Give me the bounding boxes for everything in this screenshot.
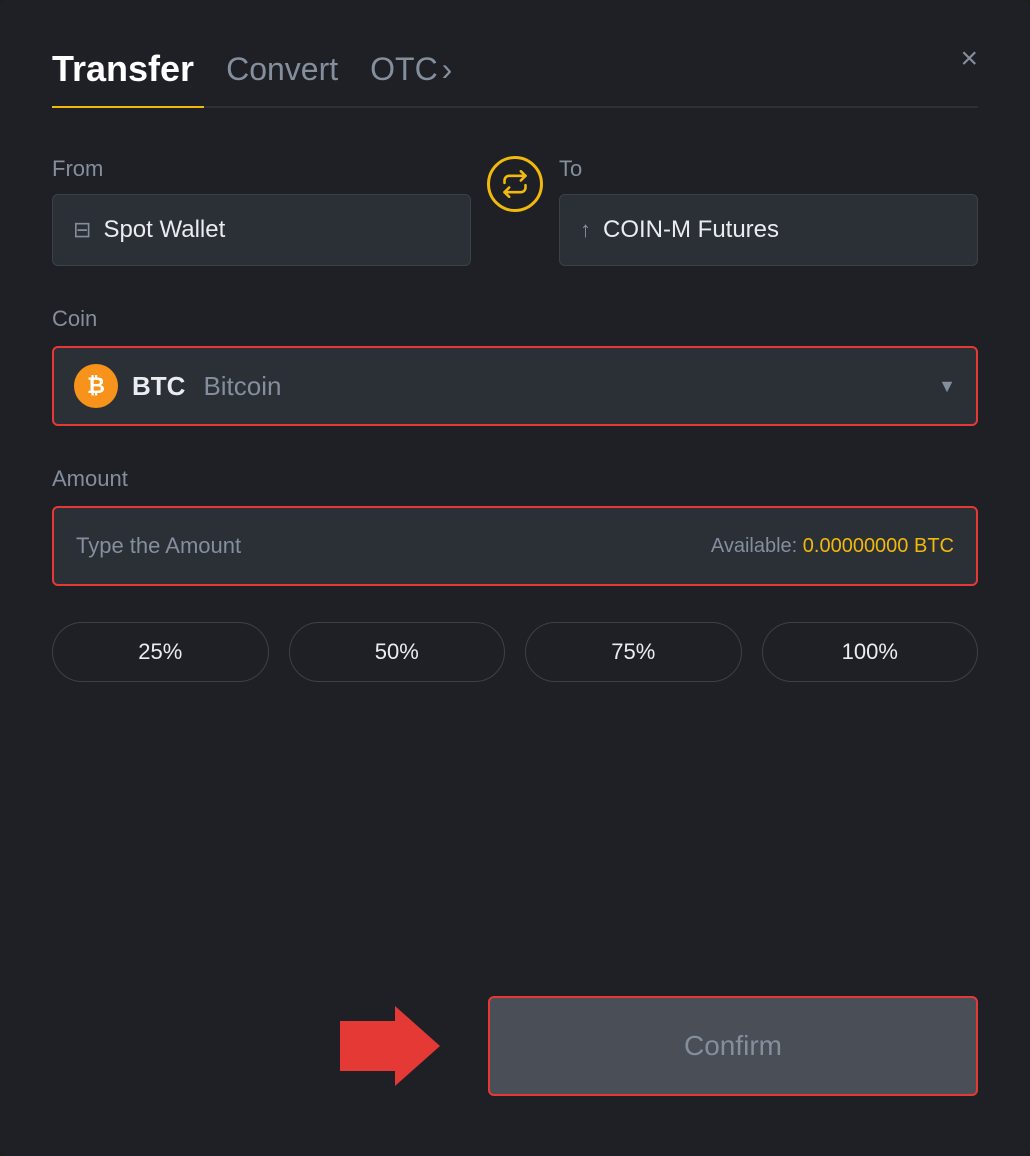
pct-25-button[interactable]: 25%	[52, 622, 269, 682]
to-wallet-name: COIN-M Futures	[603, 216, 779, 244]
to-field-group: To ↑ COIN-M Futures	[559, 156, 978, 266]
close-button[interactable]: ×	[960, 44, 978, 74]
bottom-area: Confirm	[52, 996, 978, 1096]
swap-btn-wrap	[471, 156, 559, 216]
otc-chevron-icon: ›	[442, 51, 453, 88]
pct-100-button[interactable]: 100%	[762, 622, 979, 682]
tab-underline-bar	[52, 106, 978, 108]
coin-symbol: BTC	[132, 371, 185, 402]
from-label: From	[52, 156, 471, 182]
coin-selector[interactable]: ₿ BTC Bitcoin ▼	[52, 346, 978, 426]
available-text: Available: 0.00000000 BTC	[711, 535, 954, 558]
from-to-row: From ⊟ Spot Wallet To ↑ COIN-M Futures	[52, 156, 978, 266]
coin-full-name: Bitcoin	[203, 371, 281, 402]
percentage-row: 25% 50% 75% 100%	[52, 622, 978, 682]
available-amount: 0.00000000 BTC	[803, 535, 954, 557]
tab-convert[interactable]: Convert	[226, 51, 338, 88]
futures-icon: ↑	[580, 217, 591, 243]
confirm-button[interactable]: Confirm	[488, 996, 978, 1096]
tab-transfer[interactable]: Transfer	[52, 48, 194, 90]
swap-button[interactable]	[487, 156, 543, 212]
transfer-modal: Transfer Convert OTC › × From ⊟ Spot Wal…	[0, 0, 1030, 1156]
arrow-icon	[340, 1006, 440, 1086]
amount-label: Amount	[52, 466, 978, 492]
to-label: To	[559, 156, 978, 182]
amount-input[interactable]	[76, 533, 711, 559]
from-wallet-name: Spot Wallet	[103, 216, 225, 244]
wallet-icon: ⊟	[73, 217, 91, 243]
coin-label: Coin	[52, 306, 978, 332]
btc-icon: ₿	[74, 364, 118, 408]
coin-section: Coin ₿ BTC Bitcoin ▼	[52, 306, 978, 466]
modal-header: Transfer Convert OTC › ×	[52, 48, 978, 90]
to-wallet-selector[interactable]: ↑ COIN-M Futures	[559, 194, 978, 266]
pct-75-button[interactable]: 75%	[525, 622, 742, 682]
tab-underline-active	[52, 106, 204, 108]
tab-otc[interactable]: OTC ›	[370, 51, 452, 88]
amount-input-wrap: Available: 0.00000000 BTC	[52, 506, 978, 586]
from-field-group: From ⊟ Spot Wallet	[52, 156, 471, 266]
coin-chevron-icon: ▼	[938, 376, 956, 397]
pct-50-button[interactable]: 50%	[289, 622, 506, 682]
amount-section: Amount Available: 0.00000000 BTC	[52, 466, 978, 622]
from-wallet-selector[interactable]: ⊟ Spot Wallet	[52, 194, 471, 266]
